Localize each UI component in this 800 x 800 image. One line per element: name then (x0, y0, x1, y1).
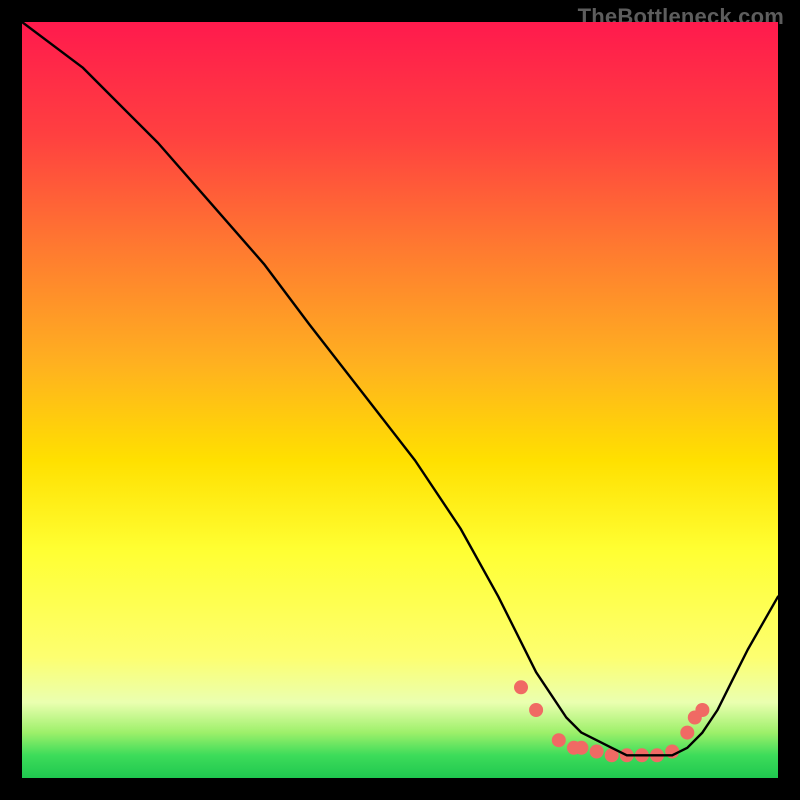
chart-frame: TheBottleneck.com (0, 0, 800, 800)
data-dot (605, 748, 619, 762)
data-dots (514, 680, 709, 762)
data-dot (688, 711, 702, 725)
bottleneck-curve (22, 22, 778, 755)
data-dot (590, 745, 604, 759)
data-dot (567, 741, 581, 755)
data-dot (695, 703, 709, 717)
curve-svg (22, 22, 778, 778)
plot-area (22, 22, 778, 778)
data-dot (650, 748, 664, 762)
data-dot (620, 748, 634, 762)
data-dot (635, 748, 649, 762)
data-dot (665, 745, 679, 759)
data-dot (552, 733, 566, 747)
data-dot (529, 703, 543, 717)
data-dot (574, 741, 588, 755)
data-dot (680, 726, 694, 740)
data-dot (514, 680, 528, 694)
